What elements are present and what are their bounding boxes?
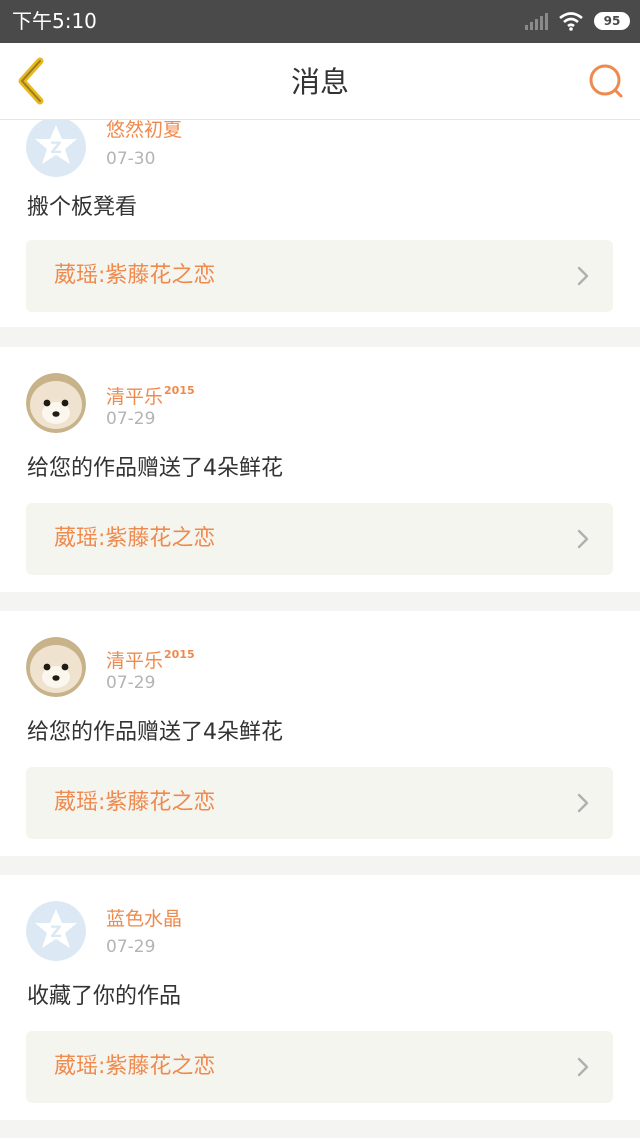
default-avatar-icon[interactable]: Z: [26, 901, 86, 961]
chevron-right-icon: [577, 266, 589, 286]
signal-icon: [524, 12, 548, 30]
status-icons: 95: [524, 10, 630, 32]
message-text: 给您的作品赠送了4朵鲜花: [27, 720, 283, 745]
work-link[interactable]: 葳瑶:紫藤花之恋: [26, 240, 613, 312]
page-title: 消息: [290, 65, 349, 99]
battery-icon: 95: [594, 12, 630, 30]
user-name[interactable]: 悠然初夏: [106, 120, 182, 141]
work-link-label: 葳瑶:紫藤花之恋: [54, 790, 216, 815]
message-card: 清平乐2015 07-29 给您的作品赠送了4朵鲜花 葳瑶:紫藤花之恋: [0, 347, 640, 592]
user-name[interactable]: 蓝色水晶: [106, 908, 182, 930]
chevron-right-icon: [577, 793, 589, 813]
dog-avatar[interactable]: [26, 373, 86, 433]
work-link[interactable]: 葳瑶:紫藤花之恋: [26, 767, 613, 839]
default-avatar-icon[interactable]: Z: [26, 120, 86, 177]
message-text: 收藏了你的作品: [27, 984, 182, 1009]
message-date: 07-29: [106, 673, 156, 693]
search-button[interactable]: [588, 63, 624, 99]
chevron-right-icon: [577, 529, 589, 549]
message-date: 07-29: [106, 937, 156, 957]
work-link-label: 葳瑶:紫藤花之恋: [54, 1054, 216, 1079]
chevron-right-icon: [577, 1057, 589, 1077]
svg-text:Z: Z: [50, 138, 62, 157]
search-icon: [589, 64, 623, 98]
message-text: 搬个板凳看: [27, 195, 138, 220]
nav-bar: 消息: [0, 43, 640, 120]
user-badge: 2015: [164, 648, 195, 661]
message-card: Z 悠然初夏 07-30 搬个板凳看 葳瑶:紫藤花之恋: [0, 120, 640, 327]
message-card: 清平乐2015 07-29 给您的作品赠送了4朵鲜花 葳瑶:紫藤花之恋: [0, 611, 640, 856]
status-bar: 下午5:10 95: [0, 0, 640, 43]
message-date: 07-29: [106, 409, 156, 429]
status-time: 下午5:10: [12, 9, 97, 33]
work-link[interactable]: 葳瑶:紫藤花之恋: [26, 503, 613, 575]
work-link[interactable]: 葳瑶:紫藤花之恋: [26, 1031, 613, 1103]
message-card: Z 蓝色水晶 07-29 收藏了你的作品 葳瑶:紫藤花之恋: [0, 875, 640, 1120]
user-name[interactable]: 清平乐2015: [106, 644, 195, 672]
work-link-label: 葳瑶:紫藤花之恋: [54, 263, 216, 288]
user-badge: 2015: [164, 384, 195, 397]
dog-avatar[interactable]: [26, 637, 86, 697]
wifi-icon: [558, 11, 584, 31]
svg-text:Z: Z: [50, 922, 62, 941]
user-name[interactable]: 清平乐2015: [106, 380, 195, 408]
message-list[interactable]: Z 悠然初夏 07-30 搬个板凳看 葳瑶:紫藤花之恋 清平乐2015 07-2…: [0, 120, 640, 1138]
message-text: 给您的作品赠送了4朵鲜花: [27, 456, 283, 481]
message-date: 07-30: [106, 149, 156, 169]
work-link-label: 葳瑶:紫藤花之恋: [54, 526, 216, 551]
